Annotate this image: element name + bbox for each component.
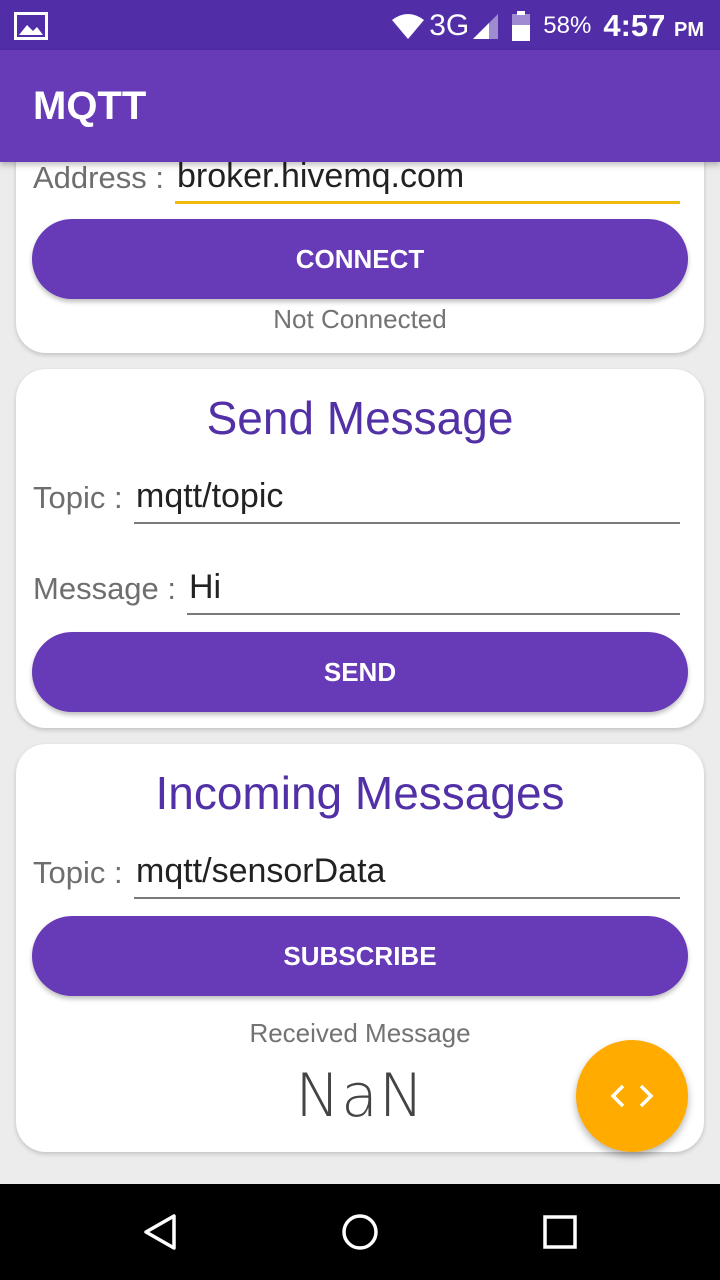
battery-percentage: 58% xyxy=(543,12,592,39)
subscribe-topic-label: Topic : xyxy=(33,855,123,890)
subscribe-topic-input[interactable] xyxy=(134,845,680,899)
clock: 4:57 PM xyxy=(603,8,704,43)
message-input[interactable] xyxy=(187,561,680,615)
gallery-icon xyxy=(14,12,48,40)
address-label: Address : xyxy=(33,160,164,195)
battery-icon xyxy=(512,11,531,41)
received-message-label: Received Message xyxy=(249,1018,471,1048)
signal-icon xyxy=(473,14,499,39)
send-message-card: Send Message Topic : Message : SEND xyxy=(16,369,704,728)
connect-button[interactable]: CONNECT xyxy=(32,219,688,299)
network-type: 3G xyxy=(429,9,470,42)
send-message-title: Send Message xyxy=(206,392,514,444)
incoming-messages-title: Incoming Messages xyxy=(155,767,565,819)
code-icon xyxy=(610,1084,654,1108)
send-topic-input[interactable] xyxy=(134,470,680,524)
status-indicators: 3G 58% 4:57 PM xyxy=(391,6,704,46)
app-bar: MQTT xyxy=(0,50,720,162)
send-button[interactable]: SEND xyxy=(32,632,688,712)
home-icon[interactable] xyxy=(340,1212,380,1252)
send-topic-label: Topic : xyxy=(33,480,123,515)
subscribe-button[interactable]: SUBSCRIBE xyxy=(32,916,688,996)
app-title: MQTT xyxy=(33,84,147,128)
recents-icon[interactable] xyxy=(540,1212,580,1252)
status-bar: 3G 58% 4:57 PM xyxy=(0,0,720,50)
navigation-bar xyxy=(0,1184,720,1280)
connection-status: Not Connected xyxy=(273,304,447,334)
code-fab-button[interactable] xyxy=(576,1040,688,1152)
wifi-icon xyxy=(392,14,425,39)
message-label: Message : xyxy=(33,571,177,606)
back-icon[interactable] xyxy=(140,1212,180,1252)
